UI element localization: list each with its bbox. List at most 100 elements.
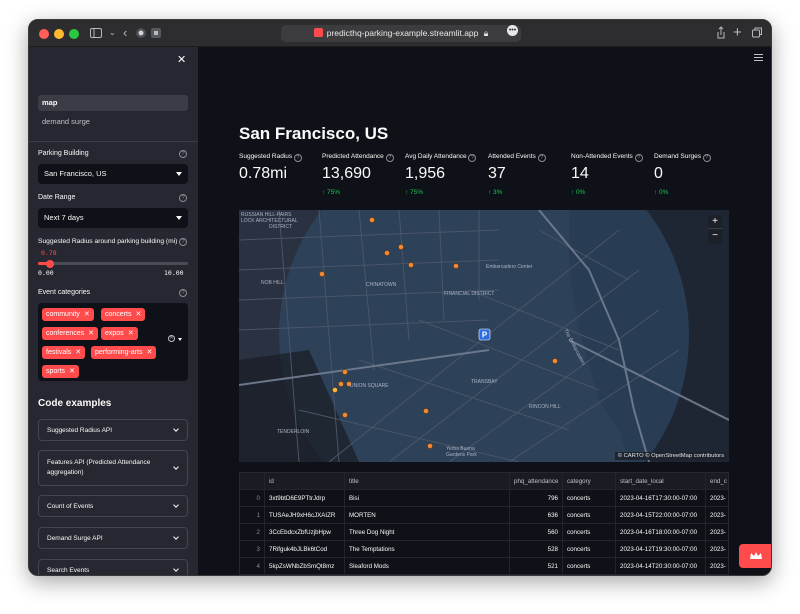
table-cell[interactable]: MORTEN — [345, 507, 510, 524]
table-cell[interactable]: 7Rifguk4bJLBk6tCod — [265, 541, 345, 558]
expander-search-events[interactable]: Search Events — [38, 559, 188, 575]
chevron-down-icon[interactable] — [178, 338, 182, 341]
clear-all-icon[interactable]: ✕ — [168, 335, 175, 342]
attribution-osm-link[interactable]: © OpenStreetMap — [645, 453, 692, 459]
table-row[interactable]: 3 7Rifguk4bJLBk6tCod The Temptations 528 con… — [240, 541, 728, 558]
expander-suggested-radius-api[interactable]: Suggested Radius API — [38, 419, 188, 441]
nav-item-map[interactable]: map — [38, 95, 188, 111]
table-cell[interactable]: 500 — [510, 575, 563, 576]
parking-marker[interactable]: P — [478, 328, 491, 341]
table-cell[interactable]: concerts — [563, 490, 616, 507]
share-icon[interactable] — [715, 24, 727, 42]
help-icon[interactable]: ? — [179, 238, 187, 246]
table-cell[interactable]: 5kpZsWNbZbSmQt8mz — [265, 558, 345, 575]
date-range-select[interactable]: Next 7 days — [38, 208, 188, 228]
table-cell[interactable]: 2023- — [706, 541, 728, 558]
parking-building-select[interactable]: San Francisco, US — [38, 164, 188, 184]
column-header[interactable]: start_date_local — [616, 473, 706, 490]
zoom-window-button[interactable] — [69, 29, 79, 39]
table-cell[interactable]: 3CcEbdcxZbfUzjbHpw — [265, 524, 345, 541]
radius-slider-track[interactable] — [38, 259, 188, 268]
expander-features-api[interactable]: Features API (Predicted Attendance aggre… — [38, 450, 188, 486]
remove-tag-icon[interactable]: ✕ — [146, 349, 152, 356]
sidebar-toggle-icon[interactable] — [89, 24, 103, 42]
table-cell[interactable]: Three Dog Night — [345, 524, 510, 541]
address-bar[interactable]: predicthq-parking-example.streamlit.app … — [281, 25, 521, 42]
nav-item-demand-surge[interactable]: demand surge — [38, 114, 188, 130]
more-options-icon[interactable]: ••• — [507, 25, 518, 36]
help-icon[interactable]: ? — [634, 154, 643, 162]
help-icon[interactable]: ? — [468, 154, 477, 162]
help-icon[interactable]: ? — [179, 150, 187, 158]
table-cell[interactable]: TUSAeJH9xH6cJXAIZR — [265, 507, 345, 524]
help-icon[interactable]: ? — [179, 289, 187, 297]
table-cell[interactable]: 2023- — [706, 575, 729, 576]
table-cell[interactable]: 0 — [240, 490, 265, 507]
table-cell[interactable]: 2023-04-16T17:30:00-07:00 — [616, 490, 706, 507]
table-cell[interactable]: Sleaford Mods — [345, 558, 510, 575]
column-header[interactable]: category — [563, 473, 616, 490]
table-cell[interactable]: 2 — [240, 524, 265, 541]
column-header[interactable] — [240, 473, 265, 490]
table-cell[interactable]: 796 — [510, 490, 563, 507]
table-cell[interactable]: Global Experts Meeting on Public Health,… — [345, 575, 510, 576]
zoom-in-button[interactable]: + — [708, 215, 722, 229]
column-header[interactable]: title — [345, 473, 510, 490]
table-cell[interactable]: 2023- — [706, 490, 728, 507]
attribution-carto[interactable]: © CARTO — [618, 453, 646, 459]
table-cell[interactable]: 2023-04-15T22:00:00-07:00 — [616, 507, 706, 524]
table-cell[interactable]: 2023-04-12T19:30:00-07:00 — [616, 541, 706, 558]
extension-icon[interactable] — [150, 24, 162, 42]
chevron-down-icon[interactable]: ⌄ — [109, 24, 116, 42]
close-sidebar-icon[interactable]: ✕ — [177, 53, 186, 66]
remove-tag-icon[interactable]: ✕ — [88, 330, 94, 337]
table-cell[interactable]: 2023- — [706, 524, 728, 541]
events-table[interactable]: id title phq_attendance category start_d… — [239, 472, 729, 576]
remove-tag-icon[interactable]: ✕ — [75, 349, 81, 356]
table-cell[interactable]: 2023-04-16T18:00:00-07:00 — [616, 524, 706, 541]
column-header[interactable]: phq_attendance — [510, 473, 563, 490]
minimize-window-button[interactable] — [54, 29, 64, 39]
table-cell[interactable]: concerts — [563, 541, 616, 558]
streamlit-badge[interactable] — [739, 544, 771, 568]
remove-tag-icon[interactable]: ✕ — [84, 311, 90, 318]
remove-tag-icon[interactable]: ✕ — [135, 311, 141, 318]
help-icon[interactable]: ? — [179, 194, 187, 202]
table-cell[interactable]: 560 — [510, 524, 563, 541]
table-cell[interactable]: concerts — [563, 558, 616, 575]
table-cell[interactable]: 528 — [510, 541, 563, 558]
help-icon[interactable]: ? — [702, 154, 711, 162]
table-cell[interactable]: 2023-04-17T09:00:00-07:00 — [616, 575, 706, 576]
remove-tag-icon[interactable]: ✕ — [69, 368, 75, 375]
table-cell[interactable]: concerts — [563, 507, 616, 524]
event-map[interactable]: RUSSIAN HILL-PAIRS LOCK ARCHITECTURAL DI… — [239, 210, 729, 462]
table-row[interactable]: 55xSjqBDTWsfuBvcnHXGlobal Experts Meetin… — [240, 575, 729, 576]
table-cell[interactable]: 636 — [510, 507, 563, 524]
table-row[interactable]: 0 3xt9btD6E9PTtrJdrp Bisi 796 concerts 2023-0… — [240, 490, 728, 507]
table-cell[interactable]: 521 — [510, 558, 563, 575]
table-cell[interactable]: 2023-04-14T20:30:00-07:00 — [616, 558, 706, 575]
column-header[interactable]: end_c — [706, 473, 728, 490]
table-cell[interactable]: 2023- — [706, 558, 728, 575]
table-cell[interactable]: 5xSjqBDTWsfuBvcnHX — [265, 575, 345, 576]
table-row[interactable]: 4 5kpZsWNbZbSmQt8mz Sleaford Mods 521 concer… — [240, 558, 728, 575]
table-cell[interactable]: The Temptations — [345, 541, 510, 558]
expander-count-of-events[interactable]: Count of Events — [38, 495, 188, 517]
zoom-out-button[interactable]: − — [708, 229, 722, 243]
expander-demand-surge-api[interactable]: Demand Surge API — [38, 527, 188, 549]
table-cell[interactable]: 4 — [240, 558, 265, 575]
table-cell[interactable]: 1 — [240, 507, 265, 524]
remove-tag-icon[interactable]: ✕ — [128, 330, 134, 337]
tab-overview-icon[interactable] — [751, 24, 763, 42]
table-cell[interactable]: concerts — [563, 524, 616, 541]
tab-favicon-icon[interactable] — [135, 24, 147, 42]
table-cell[interactable]: conferences — [563, 575, 616, 576]
table-cell[interactable]: 5 — [240, 575, 265, 576]
table-row[interactable]: 1 TUSAeJH9xH6cJXAIZR MORTEN 636 concerts 2023… — [240, 507, 728, 524]
table-cell[interactable]: 3xt9btD6E9PTtrJdrp — [265, 490, 345, 507]
radius-slider-thumb[interactable] — [45, 259, 54, 268]
table-cell[interactable]: 3 — [240, 541, 265, 558]
new-tab-icon[interactable]: + — [733, 24, 742, 42]
close-window-button[interactable] — [39, 29, 49, 39]
help-icon[interactable]: ? — [385, 154, 394, 162]
